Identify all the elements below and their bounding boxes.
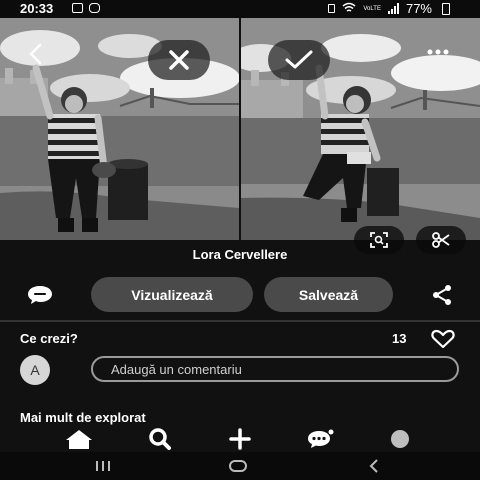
pin-author[interactable]: Lora Cervellere — [0, 247, 480, 262]
system-back-icon[interactable] — [362, 458, 388, 474]
divider — [0, 320, 480, 322]
more-options-icon[interactable] — [424, 42, 452, 62]
status-time: 20:33 — [20, 1, 54, 16]
dislike-button[interactable] — [148, 40, 210, 80]
close-icon — [169, 50, 189, 70]
signal-icon — [387, 3, 399, 14]
back-icon[interactable] — [24, 42, 48, 66]
lock-icon — [328, 4, 336, 13]
status-right: VoLTE 77% — [328, 1, 450, 16]
notification-icons — [72, 3, 100, 13]
status-bar: 20:33 VoLTE 77% — [0, 0, 480, 18]
like-button[interactable] — [268, 40, 330, 80]
check-icon — [285, 50, 313, 69]
home-button-icon[interactable] — [225, 458, 251, 474]
view-button[interactable]: Vizualizează — [91, 277, 253, 312]
home-icon[interactable] — [64, 428, 94, 450]
recent-apps-icon[interactable] — [90, 458, 116, 474]
system-navigation-bar — [0, 452, 480, 480]
create-icon[interactable] — [225, 428, 255, 450]
network-label: VoLTE — [363, 5, 381, 12]
avatar[interactable]: A — [20, 355, 50, 385]
save-button[interactable]: Salvează — [264, 277, 393, 312]
search-icon[interactable] — [145, 428, 175, 450]
profile-icon[interactable] — [385, 428, 415, 450]
heart-icon[interactable] — [430, 329, 456, 349]
more-to-explore-heading: Mai mult de explorat — [20, 410, 146, 425]
share-icon[interactable] — [430, 284, 454, 306]
comment-icon[interactable] — [26, 284, 54, 306]
reactions-count: 13 — [392, 331, 407, 346]
comments-heading: Ce crezi? — [20, 331, 78, 346]
pin-photos — [0, 18, 480, 254]
bottom-navigation — [0, 424, 480, 452]
messages-icon[interactable] — [305, 428, 335, 450]
wifi-icon — [342, 2, 356, 16]
battery-icon — [442, 2, 450, 15]
pin-photo-left[interactable] — [0, 18, 239, 240]
gallery-notification-icon — [72, 3, 83, 13]
instagram-notification-icon — [89, 3, 100, 13]
battery-percentage: 77% — [405, 1, 432, 16]
comment-input[interactable]: Adaugă un comentariu — [91, 356, 459, 382]
